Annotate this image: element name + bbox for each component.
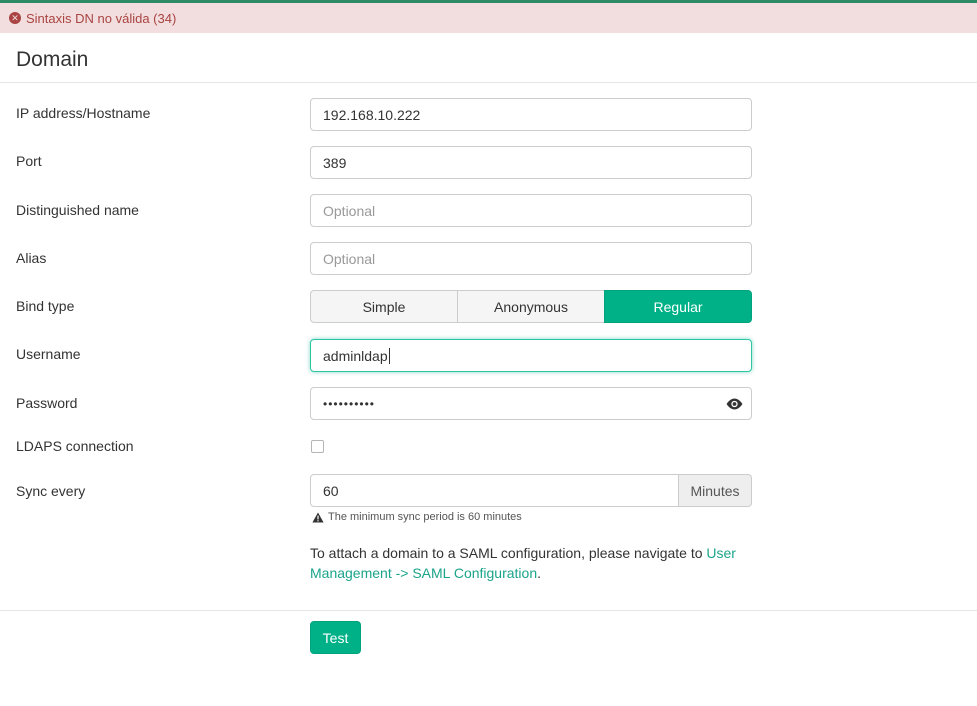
alias-placeholder: Optional — [323, 250, 376, 267]
username-label: Username — [16, 346, 81, 362]
bind-type-simple-button[interactable]: Simple — [310, 290, 458, 323]
error-alert: ✕ Sintaxis DN no válida (34) — [0, 3, 977, 33]
username-input[interactable]: adminldap — [310, 339, 752, 372]
port-label: Port — [16, 153, 42, 169]
sync-unit-addon: Minutes — [679, 474, 752, 507]
test-button[interactable]: Test — [310, 621, 361, 654]
ldaps-label: LDAPS connection — [16, 438, 134, 454]
page-header: Domain — [0, 33, 977, 83]
bind-type-selector: Simple Anonymous Regular — [310, 290, 752, 323]
sync-value: 60 — [323, 482, 339, 499]
text-caret — [388, 347, 390, 364]
bind-type-label: Bind type — [16, 298, 75, 314]
alias-label: Alias — [16, 250, 47, 266]
sync-label: Sync every — [16, 483, 86, 499]
password-label: Password — [16, 395, 78, 411]
dn-input[interactable]: Optional — [310, 194, 752, 227]
eye-icon[interactable] — [725, 396, 744, 412]
bind-type-regular-button[interactable]: Regular — [604, 290, 752, 323]
saml-info-prefix: To attach a domain to a SAML configurati… — [310, 545, 707, 561]
saml-info-text: To attach a domain to a SAML configurati… — [310, 543, 750, 583]
sync-help: The minimum sync period is 60 minutes — [312, 511, 522, 523]
ldaps-checkbox[interactable] — [311, 440, 324, 453]
page-title: Domain — [16, 48, 89, 71]
host-value: 192.168.10.222 — [323, 106, 421, 123]
host-label: IP address/Hostname — [16, 105, 151, 121]
error-circle-icon: ✕ — [9, 12, 21, 24]
alias-input[interactable]: Optional — [310, 242, 752, 275]
sync-help-text: The minimum sync period is 60 minutes — [328, 511, 522, 523]
host-input[interactable]: 192.168.10.222 — [310, 98, 752, 131]
password-input[interactable]: •••••••••• — [310, 387, 752, 420]
sync-input-group: 60 Minutes — [310, 474, 752, 507]
dn-placeholder: Optional — [323, 202, 376, 219]
username-value: adminldap — [323, 347, 388, 364]
port-value: 389 — [323, 154, 347, 171]
footer-divider — [0, 610, 977, 611]
error-message: Sintaxis DN no válida (34) — [26, 10, 177, 26]
port-input[interactable]: 389 — [310, 146, 752, 179]
password-masked-value: •••••••••• — [323, 396, 376, 411]
warning-icon — [312, 512, 324, 522]
saml-info-suffix: . — [537, 565, 541, 581]
bind-type-anonymous-button[interactable]: Anonymous — [457, 290, 605, 323]
dn-label: Distinguished name — [16, 202, 139, 218]
sync-input[interactable]: 60 — [310, 474, 679, 507]
